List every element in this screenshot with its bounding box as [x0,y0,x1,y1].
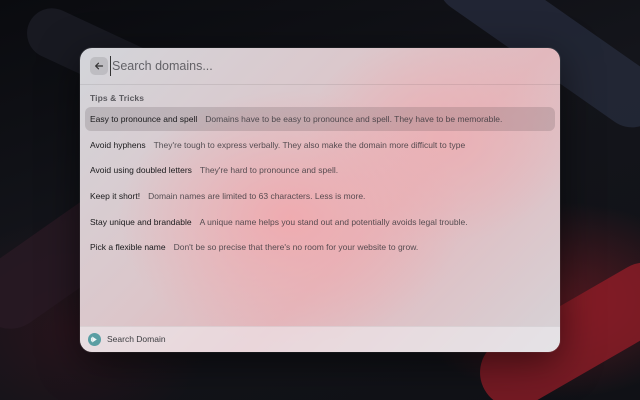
search-input[interactable] [110,56,532,76]
extension-icon [88,333,101,346]
list-item-title: Keep it short! [90,191,141,202]
tips-list: Easy to pronounce and spell Domains have… [85,107,555,261]
action-bar-label[interactable]: Search Domain [107,334,166,344]
list-item[interactable]: Pick a flexible name Don't be so precise… [85,235,555,259]
extension-glyph-icon [90,336,97,343]
list-item-description: They're tough to express verbally. They … [153,139,466,150]
list-item[interactable]: Easy to pronounce and spell Domains have… [85,107,555,131]
list-item-title: Pick a flexible name [90,242,166,253]
arrow-left-icon [95,62,104,70]
list-item-description: Don't be so precise that there's no room… [173,242,419,253]
list-item-title: Stay unique and brandable [90,216,192,227]
list-item-description: Domain names are limited to 63 character… [148,191,366,202]
list-item-description: Domains have to be easy to pronounce and… [205,114,503,124]
list-item-title: Avoid hyphens [90,139,146,150]
action-bar: Search Domain [80,326,560,352]
section-title: Tips & Tricks [90,93,145,103]
list-item-title: Avoid using doubled letters [90,165,192,176]
list-item[interactable]: Stay unique and brandable A unique name … [85,210,555,234]
list-item[interactable]: Avoid using doubled letters They're hard… [85,158,555,182]
list-item-title: Easy to pronounce and spell [90,114,198,124]
list-item[interactable]: Avoid hyphens They're tough to express v… [85,133,555,157]
list-item[interactable]: Keep it short! Domain names are limited … [85,184,555,208]
search-bar [80,48,560,85]
back-button[interactable] [90,57,108,75]
launcher-window: Tips & Tricks Easy to pronounce and spel… [80,48,560,352]
list-item-description: A unique name helps you stand out and po… [199,216,468,227]
list-item-description: They're hard to pronounce and spell. [199,165,339,176]
